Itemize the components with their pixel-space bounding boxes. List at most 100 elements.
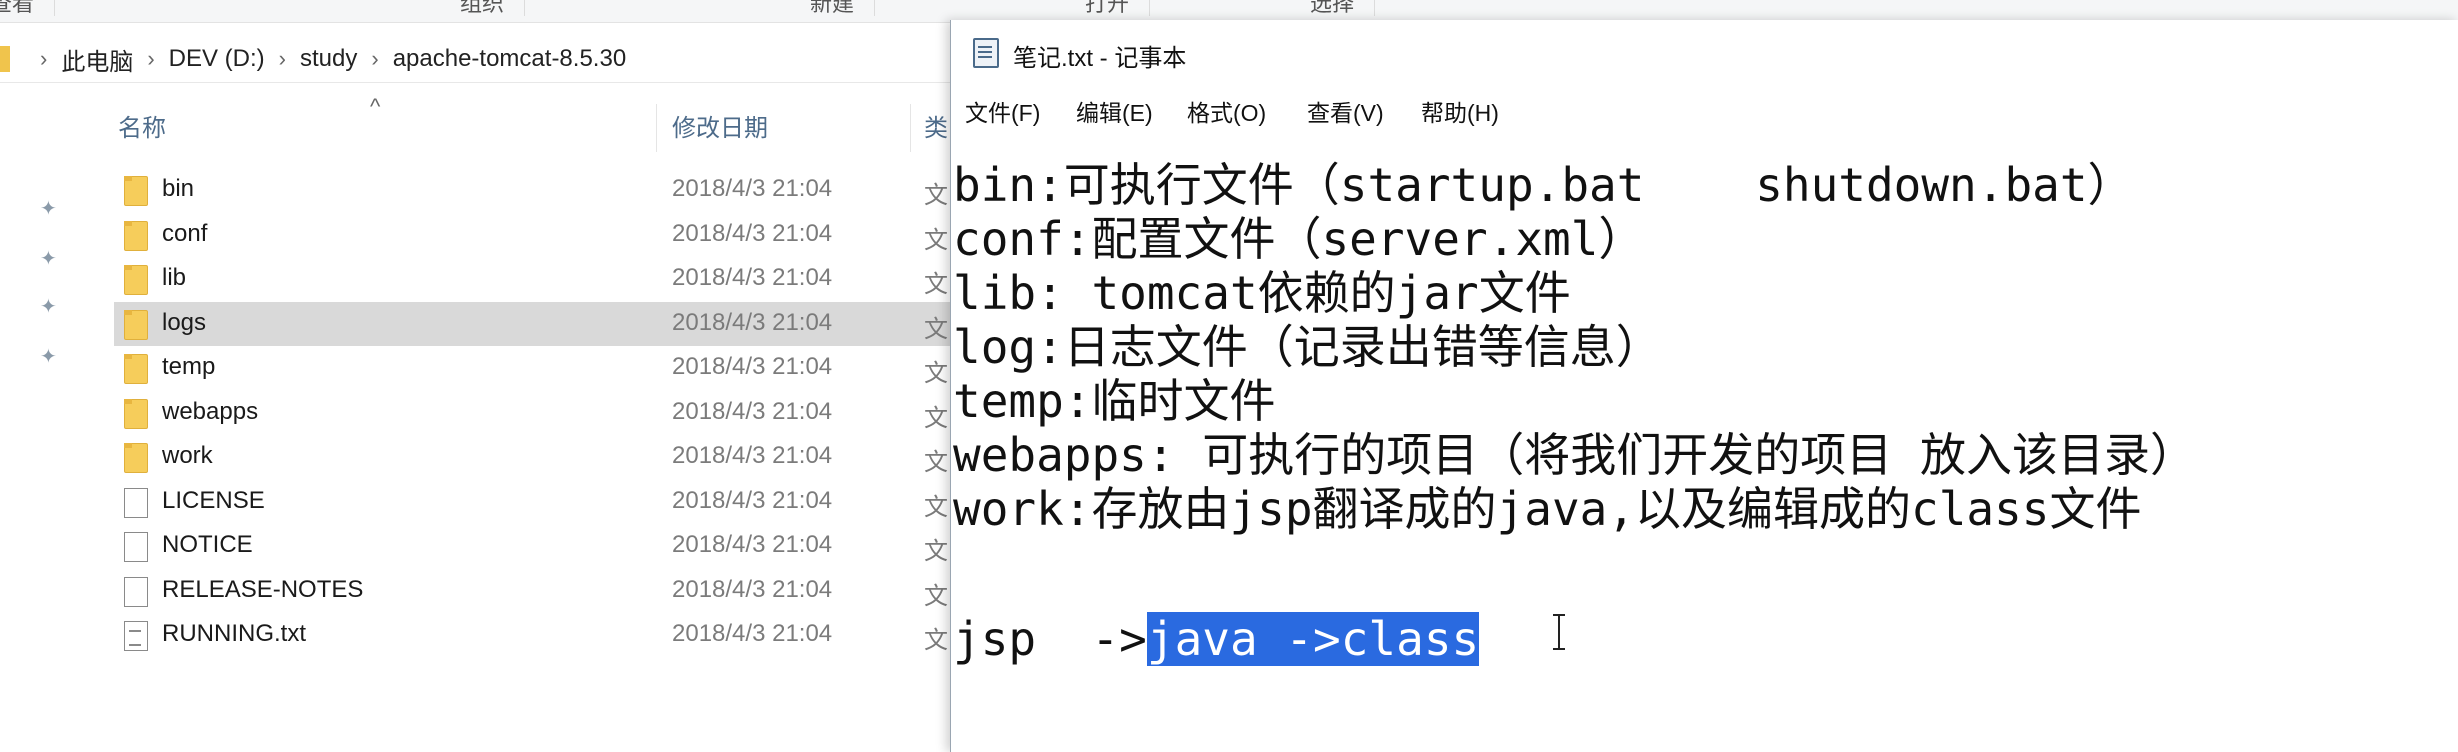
file-modified-date: 2018/4/3 21:04 xyxy=(672,397,833,425)
menu-format[interactable]: 格式(O) xyxy=(1187,94,1266,128)
file-type: 文 xyxy=(924,582,948,610)
title-bar[interactable]: 笔记.txt - 记事本 xyxy=(951,20,2458,76)
file-name: RUNNING.txt xyxy=(162,620,306,647)
file-name: conf xyxy=(162,219,208,247)
file-modified-date: 2018/4/3 21:04 xyxy=(672,531,833,558)
window-title: 笔记.txt - 记事本 xyxy=(1013,45,1187,72)
ribbon-item-new[interactable]: 新建 xyxy=(810,0,876,16)
file-type: 文 xyxy=(924,627,948,654)
file-type: 文 xyxy=(924,182,948,209)
file-modified-date: 2018/4/3 21:04 xyxy=(672,575,833,603)
file-type: 文 xyxy=(924,493,948,521)
file-type: 文 xyxy=(924,360,948,387)
chevron-right-icon: › xyxy=(147,46,155,71)
file-row[interactable]: lib 2018/4/3 21:04 文 xyxy=(0,257,960,302)
notepad-icon xyxy=(973,38,999,68)
document-icon xyxy=(124,621,148,651)
selection-highlight xyxy=(114,301,960,346)
file-row[interactable]: RUNNING.txt 2018/4/3 21:04 文 xyxy=(0,613,960,658)
breadcrumb-study[interactable]: study xyxy=(300,45,357,73)
menu-bar: 文件(F) 编辑(E) 格式(O) 查看(V) 帮助(H) xyxy=(951,88,2458,128)
folder-icon xyxy=(124,443,148,473)
editor-line: jsp ->java ->class xyxy=(953,612,1480,666)
folder-icon xyxy=(124,354,148,384)
selected-text: java ->class xyxy=(1146,612,1480,666)
menu-help[interactable]: 帮助(H) xyxy=(1421,94,1499,128)
file-row[interactable]: work 2018/4/3 21:04 文 xyxy=(0,435,960,480)
ribbon-item-open[interactable]: 打开 xyxy=(1085,0,1151,16)
text-editor[interactable]: bin:可执行文件（startup.bat shutdown.bat） conf… xyxy=(951,132,2458,752)
file-name: webapps xyxy=(162,397,259,425)
file-modified-date: 2018/4/3 21:04 xyxy=(672,308,833,336)
document-icon xyxy=(124,532,148,562)
file-modified-date: 2018/4/3 21:04 xyxy=(672,219,833,247)
file-type: 文 xyxy=(924,315,948,343)
document-icon xyxy=(124,487,148,518)
file-name: temp xyxy=(162,353,216,380)
chevron-right-icon: › xyxy=(371,46,379,71)
editor-line: temp:临时文件 xyxy=(953,374,1276,428)
file-name: bin xyxy=(162,175,195,202)
breadcrumb-drive[interactable]: DEV (D:) xyxy=(169,45,265,73)
notepad-window: 笔记.txt - 记事本 文件(F) 编辑(E) 格式(O) 查看(V) 帮助(… xyxy=(950,20,2458,752)
file-row[interactable]: bin 2018/4/3 21:04 文 xyxy=(0,168,960,213)
column-divider[interactable] xyxy=(656,104,657,152)
ribbon-item-view[interactable]: 查看 xyxy=(0,0,56,16)
editor-line: bin:可执行文件（startup.bat shutdown.bat） xyxy=(953,158,2134,212)
menu-edit[interactable]: 编辑(E) xyxy=(1076,94,1153,128)
chevron-right-icon: › xyxy=(278,46,286,71)
file-row[interactable]: logs 2018/4/3 21:04 文 xyxy=(0,301,960,347)
folder-icon xyxy=(124,265,148,295)
file-row[interactable]: webapps 2018/4/3 21:04 文 xyxy=(0,391,960,436)
column-header-modified[interactable]: 修改日期 xyxy=(672,108,768,143)
column-headers: ^ 名称 修改日期 类 xyxy=(0,94,960,158)
editor-line: webapps: 可执行的项目（将我们开发的项目 放入该目录） xyxy=(953,428,2196,482)
address-bar[interactable]: › 此电脑 › DEV (D:) › study › apache-tomcat… xyxy=(0,36,960,83)
file-modified-date: 2018/4/3 21:04 xyxy=(672,486,833,514)
ribbon-item-select[interactable]: 选择 xyxy=(1310,0,1376,16)
file-row[interactable]: RELEASE-NOTES 2018/4/3 21:04 文 xyxy=(0,569,960,614)
breadcrumb-this-pc[interactable]: 此电脑 xyxy=(61,42,133,77)
file-modified-date: 2018/4/3 21:04 xyxy=(672,175,833,202)
file-row[interactable]: LICENSE 2018/4/3 21:04 文 xyxy=(0,480,960,525)
sort-up-icon: ^ xyxy=(370,94,381,119)
breadcrumb-current-folder[interactable]: apache-tomcat-8.5.30 xyxy=(393,45,626,73)
file-modified-date: 2018/4/3 21:04 xyxy=(672,620,833,647)
file-row[interactable]: NOTICE 2018/4/3 21:04 文 xyxy=(0,524,960,569)
editor-line: log:日志文件（记录出错等信息） xyxy=(953,320,1662,374)
menu-file[interactable]: 文件(F) xyxy=(965,94,1040,128)
document-icon xyxy=(124,576,148,607)
file-row[interactable]: conf 2018/4/3 21:04 文 xyxy=(0,213,960,258)
folder-icon xyxy=(0,46,10,72)
column-header-type[interactable]: 类 xyxy=(924,108,948,143)
folder-icon xyxy=(124,220,148,251)
file-name: work xyxy=(162,442,213,469)
file-name: RELEASE-NOTES xyxy=(162,575,364,603)
column-divider[interactable] xyxy=(910,104,911,152)
file-modified-date: 2018/4/3 21:04 xyxy=(672,442,833,469)
folder-icon xyxy=(124,398,148,429)
ribbon-item-organize[interactable]: 组织 xyxy=(460,0,526,16)
editor-line: conf:配置文件（server.xml） xyxy=(953,212,1645,266)
file-name: lib xyxy=(162,264,187,291)
chevron-right-icon: › xyxy=(40,46,48,71)
text-cursor-icon xyxy=(1553,614,1565,650)
editor-line: work:存放由jsp翻译成的java,以及编辑成的class文件 xyxy=(953,482,2142,536)
editor-text: jsp -> xyxy=(953,612,1147,666)
file-type: 文 xyxy=(924,404,948,432)
file-modified-date: 2018/4/3 21:04 xyxy=(672,264,833,291)
file-row[interactable]: temp 2018/4/3 21:04 文 xyxy=(0,346,960,391)
file-type: 文 xyxy=(924,449,948,476)
column-header-name[interactable]: 名称 xyxy=(118,108,166,143)
file-name: logs xyxy=(162,308,207,336)
folder-icon xyxy=(124,176,148,206)
file-name: LICENSE xyxy=(162,486,265,514)
folder-icon xyxy=(124,309,148,340)
file-type: 文 xyxy=(924,271,948,298)
file-list: bin 2018/4/3 21:04 文 conf 2018/4/3 21:04 文 lib… xyxy=(0,168,960,658)
editor-line: lib: tomcat依赖的jar文件 xyxy=(953,266,1571,320)
file-type: 文 xyxy=(924,538,948,565)
menu-view[interactable]: 查看(V) xyxy=(1307,94,1384,128)
file-type: 文 xyxy=(924,226,948,254)
file-name: NOTICE xyxy=(162,531,253,558)
